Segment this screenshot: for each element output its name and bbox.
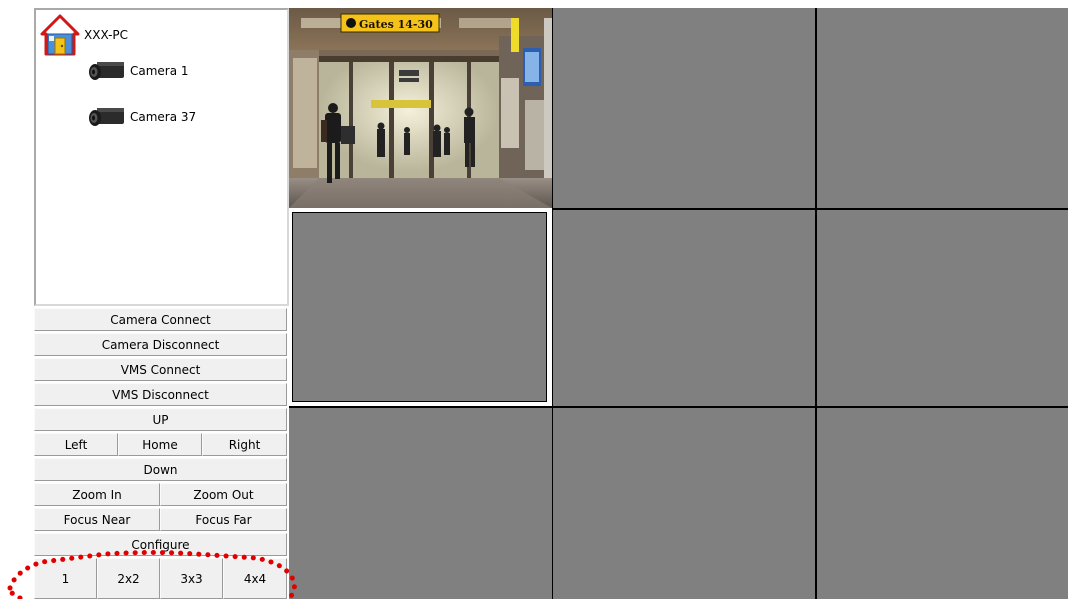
ptz-home-button[interactable]: Home	[118, 433, 202, 456]
tree-label-pc: XXX-PC	[84, 28, 129, 42]
video-tile-empty[interactable]	[553, 8, 815, 208]
ptz-left-button[interactable]: Left	[34, 433, 118, 456]
control-panel: XXX-PC Camera 1 Camera 37 Camera Connect…	[34, 8, 289, 599]
tree-node-pc[interactable]: XXX-PC	[40, 14, 128, 56]
tree-node-camera-37[interactable]: Camera 37	[88, 104, 196, 130]
grid-divider	[552, 208, 1068, 210]
video-tile-selected[interactable]	[292, 212, 547, 402]
video-tile-empty[interactable]	[817, 210, 1068, 406]
video-tile-camera-feed[interactable]: Gates 14-30	[289, 8, 552, 208]
focus-near-button[interactable]: Focus Near	[34, 508, 160, 531]
zoom-out-button[interactable]: Zoom Out	[160, 483, 287, 506]
camera-disconnect-button[interactable]: Camera Disconnect	[34, 333, 287, 356]
airport-camera-image: Gates 14-30	[289, 8, 552, 208]
vms-disconnect-button[interactable]: VMS Disconnect	[34, 383, 287, 406]
ptz-right-button[interactable]: Right	[202, 433, 287, 456]
layout-buttons-highlight	[7, 550, 297, 599]
camera-tree[interactable]: XXX-PC Camera 1 Camera 37	[34, 8, 289, 306]
gate-sign-text: Gates 14-30	[359, 18, 433, 31]
home-icon	[40, 14, 80, 56]
camera-connect-button[interactable]: Camera Connect	[34, 308, 287, 331]
selected-tile-frame	[289, 209, 552, 407]
tree-label-camera-1: Camera 1	[130, 64, 189, 78]
grid-divider	[815, 8, 817, 599]
video-tile-empty[interactable]	[817, 8, 1068, 208]
zoom-in-button[interactable]: Zoom In	[34, 483, 160, 506]
ptz-up-button[interactable]: UP	[34, 408, 287, 431]
video-tile-empty[interactable]	[817, 408, 1068, 599]
tree-label-camera-37: Camera 37	[130, 110, 197, 124]
grid-divider	[552, 8, 553, 599]
grid-divider	[289, 406, 1068, 408]
camera-icon	[89, 62, 124, 80]
ptz-down-button[interactable]: Down	[34, 458, 287, 481]
video-tile-empty[interactable]	[289, 408, 552, 599]
vms-connect-button[interactable]: VMS Connect	[34, 358, 287, 381]
video-tile-empty[interactable]	[553, 408, 815, 599]
camera-icon	[89, 108, 124, 126]
tree-node-camera-1[interactable]: Camera 1	[88, 58, 189, 84]
focus-far-button[interactable]: Focus Far	[160, 508, 287, 531]
video-tile-empty[interactable]	[553, 210, 815, 406]
